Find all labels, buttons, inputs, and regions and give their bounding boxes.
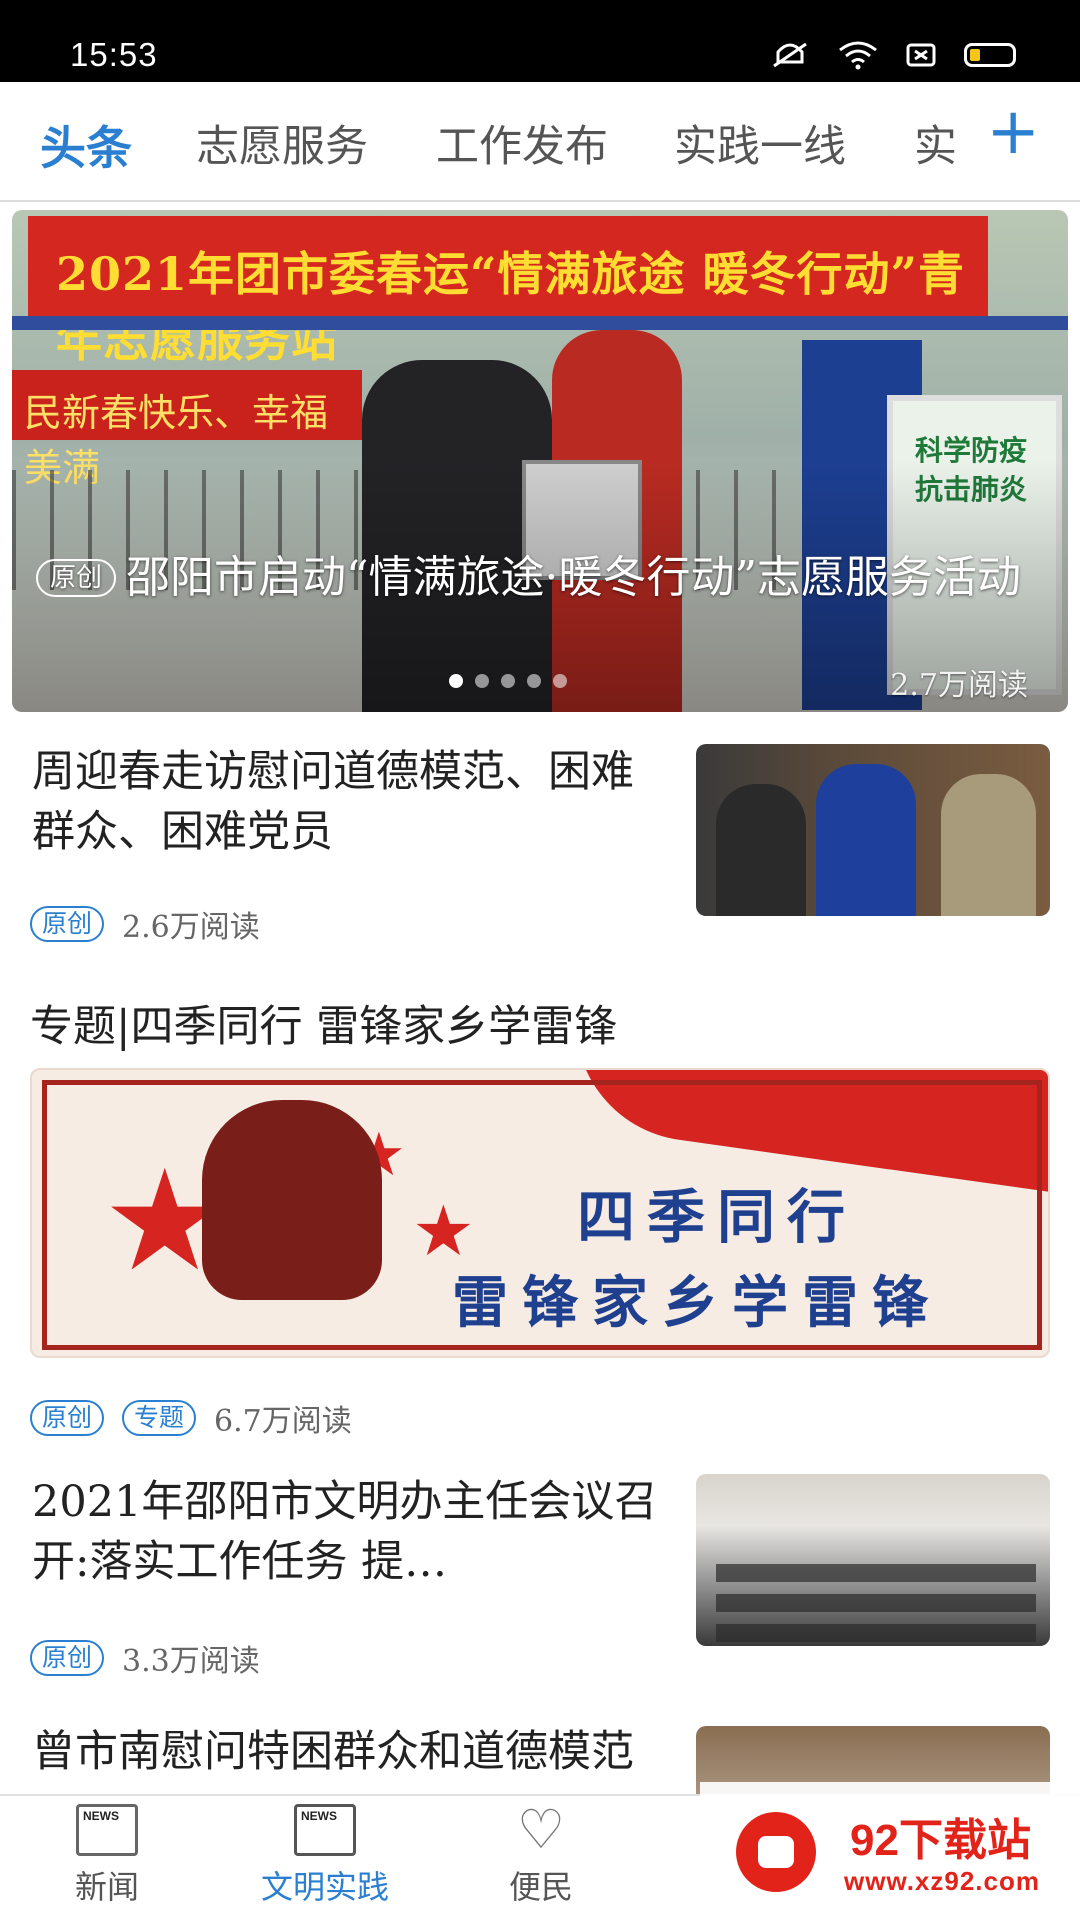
newspaper-icon: NEWS xyxy=(294,1804,356,1856)
topic-banner-image[interactable]: ★ ★ ★ 四季同行 雷锋家乡学雷锋 xyxy=(30,1068,1050,1358)
topic-title[interactable]: 专题|四季同行 雷锋家乡学雷锋 xyxy=(30,992,617,1054)
carousel-dot[interactable] xyxy=(527,674,541,688)
heart-icon: ♡ xyxy=(516,1798,566,1861)
wifi-icon xyxy=(839,41,877,70)
watermark-logo-icon xyxy=(736,1812,816,1892)
nav-civilization-practice[interactable]: NEWS 文明实践 xyxy=(250,1804,400,1908)
original-badge: 原创 xyxy=(30,906,105,942)
article-item[interactable]: 周迎春走访慰问道德模范、困难群众、困难党员 原创 2.6万阅读 xyxy=(0,740,1080,952)
original-badge: 原创 xyxy=(36,559,117,597)
article-meta: 原创 2.6万阅读 xyxy=(30,902,260,946)
nav-label: 便民 xyxy=(508,1868,573,1906)
topic-banner-line2: 雷锋家乡学雷锋 xyxy=(452,1270,942,1336)
tab-headlines[interactable]: 头条 xyxy=(40,112,132,178)
topic-meta: 原创 专题 6.7万阅读 xyxy=(30,1396,352,1440)
hero-title-text: 邵阳市启动“情满旅途·暖冬行动”志愿服务活动 xyxy=(126,552,1021,603)
carousel-dot[interactable] xyxy=(553,674,567,688)
carousel-dot[interactable] xyxy=(449,674,463,688)
status-time: 15:53 xyxy=(70,36,158,73)
topic-banner-line1: 四季同行 xyxy=(577,1183,858,1251)
watermark-url: www.xz92.com xyxy=(844,1866,1040,1896)
read-count: 6.7万阅读 xyxy=(214,1404,352,1439)
carousel-dot[interactable] xyxy=(475,674,489,688)
nav-convenience[interactable]: ♡ 便民 xyxy=(466,1798,616,1908)
article-title[interactable]: 周迎春走访慰问道德模范、困难群众、困难党员 xyxy=(32,742,672,862)
watermark: 92下载站 www.xz92.com xyxy=(700,1782,1080,1920)
status-bar: 15:53 xyxy=(0,0,1080,82)
original-badge: 原创 xyxy=(30,1640,105,1676)
original-badge: 原创 xyxy=(30,1400,105,1436)
mute-icon xyxy=(773,42,807,68)
add-tab-icon[interactable]: + xyxy=(986,100,1040,164)
portrait-image xyxy=(202,1100,382,1300)
read-count: 3.3万阅读 xyxy=(122,1644,260,1679)
hero-carousel[interactable]: 2021年团市委春运“情满旅途 暖冬行动”青年志愿服务站 民新春快乐、幸福美满 … xyxy=(12,210,1068,712)
tab-more[interactable]: 实 xyxy=(914,112,957,174)
sim-icon xyxy=(906,43,936,67)
article-item[interactable]: 2021年邵阳市文明办主任会议召开:落实工作任务 提… 原创 3.3万阅读 xyxy=(0,1470,1080,1679)
battery-icon xyxy=(964,43,1016,67)
carousel-dots xyxy=(449,674,567,688)
hero-read-count: 2.7万阅读 xyxy=(890,668,1028,703)
article-meta: 原创 3.3万阅读 xyxy=(30,1636,260,1680)
article-thumbnail[interactable] xyxy=(696,744,1050,916)
article-title[interactable]: 曾市南慰问特困群众和道德模范 xyxy=(32,1722,672,1782)
read-count: 2.6万阅读 xyxy=(122,910,260,945)
carousel-dot[interactable] xyxy=(501,674,515,688)
nav-label: 文明实践 xyxy=(260,1868,389,1906)
newspaper-icon: NEWS xyxy=(76,1804,138,1856)
tab-practice[interactable]: 实践一线 xyxy=(674,112,846,174)
tab-work-release[interactable]: 工作发布 xyxy=(436,112,608,174)
article-title[interactable]: 2021年邵阳市文明办主任会议召开:落实工作任务 提… xyxy=(32,1472,672,1594)
nav-news[interactable]: NEWS 新闻 xyxy=(32,1804,182,1908)
tab-volunteer[interactable]: 志愿服务 xyxy=(196,112,368,174)
category-tabs: 头条 志愿服务 工作发布 实践一线 实 + xyxy=(0,82,1080,202)
status-icons xyxy=(770,40,1016,70)
watermark-brand: 92下载站 xyxy=(850,1816,1031,1865)
hero-banner-image: 2021年团市委春运“情满旅途 暖冬行动”青年志愿服务站 xyxy=(28,216,988,367)
topic-badge: 专题 xyxy=(122,1400,197,1436)
hero-title[interactable]: 原创 邵阳市启动“情满旅途·暖冬行动”志愿服务活动 xyxy=(36,550,1046,606)
article-thumbnail[interactable] xyxy=(696,1474,1050,1646)
nav-label: 新闻 xyxy=(74,1868,139,1906)
